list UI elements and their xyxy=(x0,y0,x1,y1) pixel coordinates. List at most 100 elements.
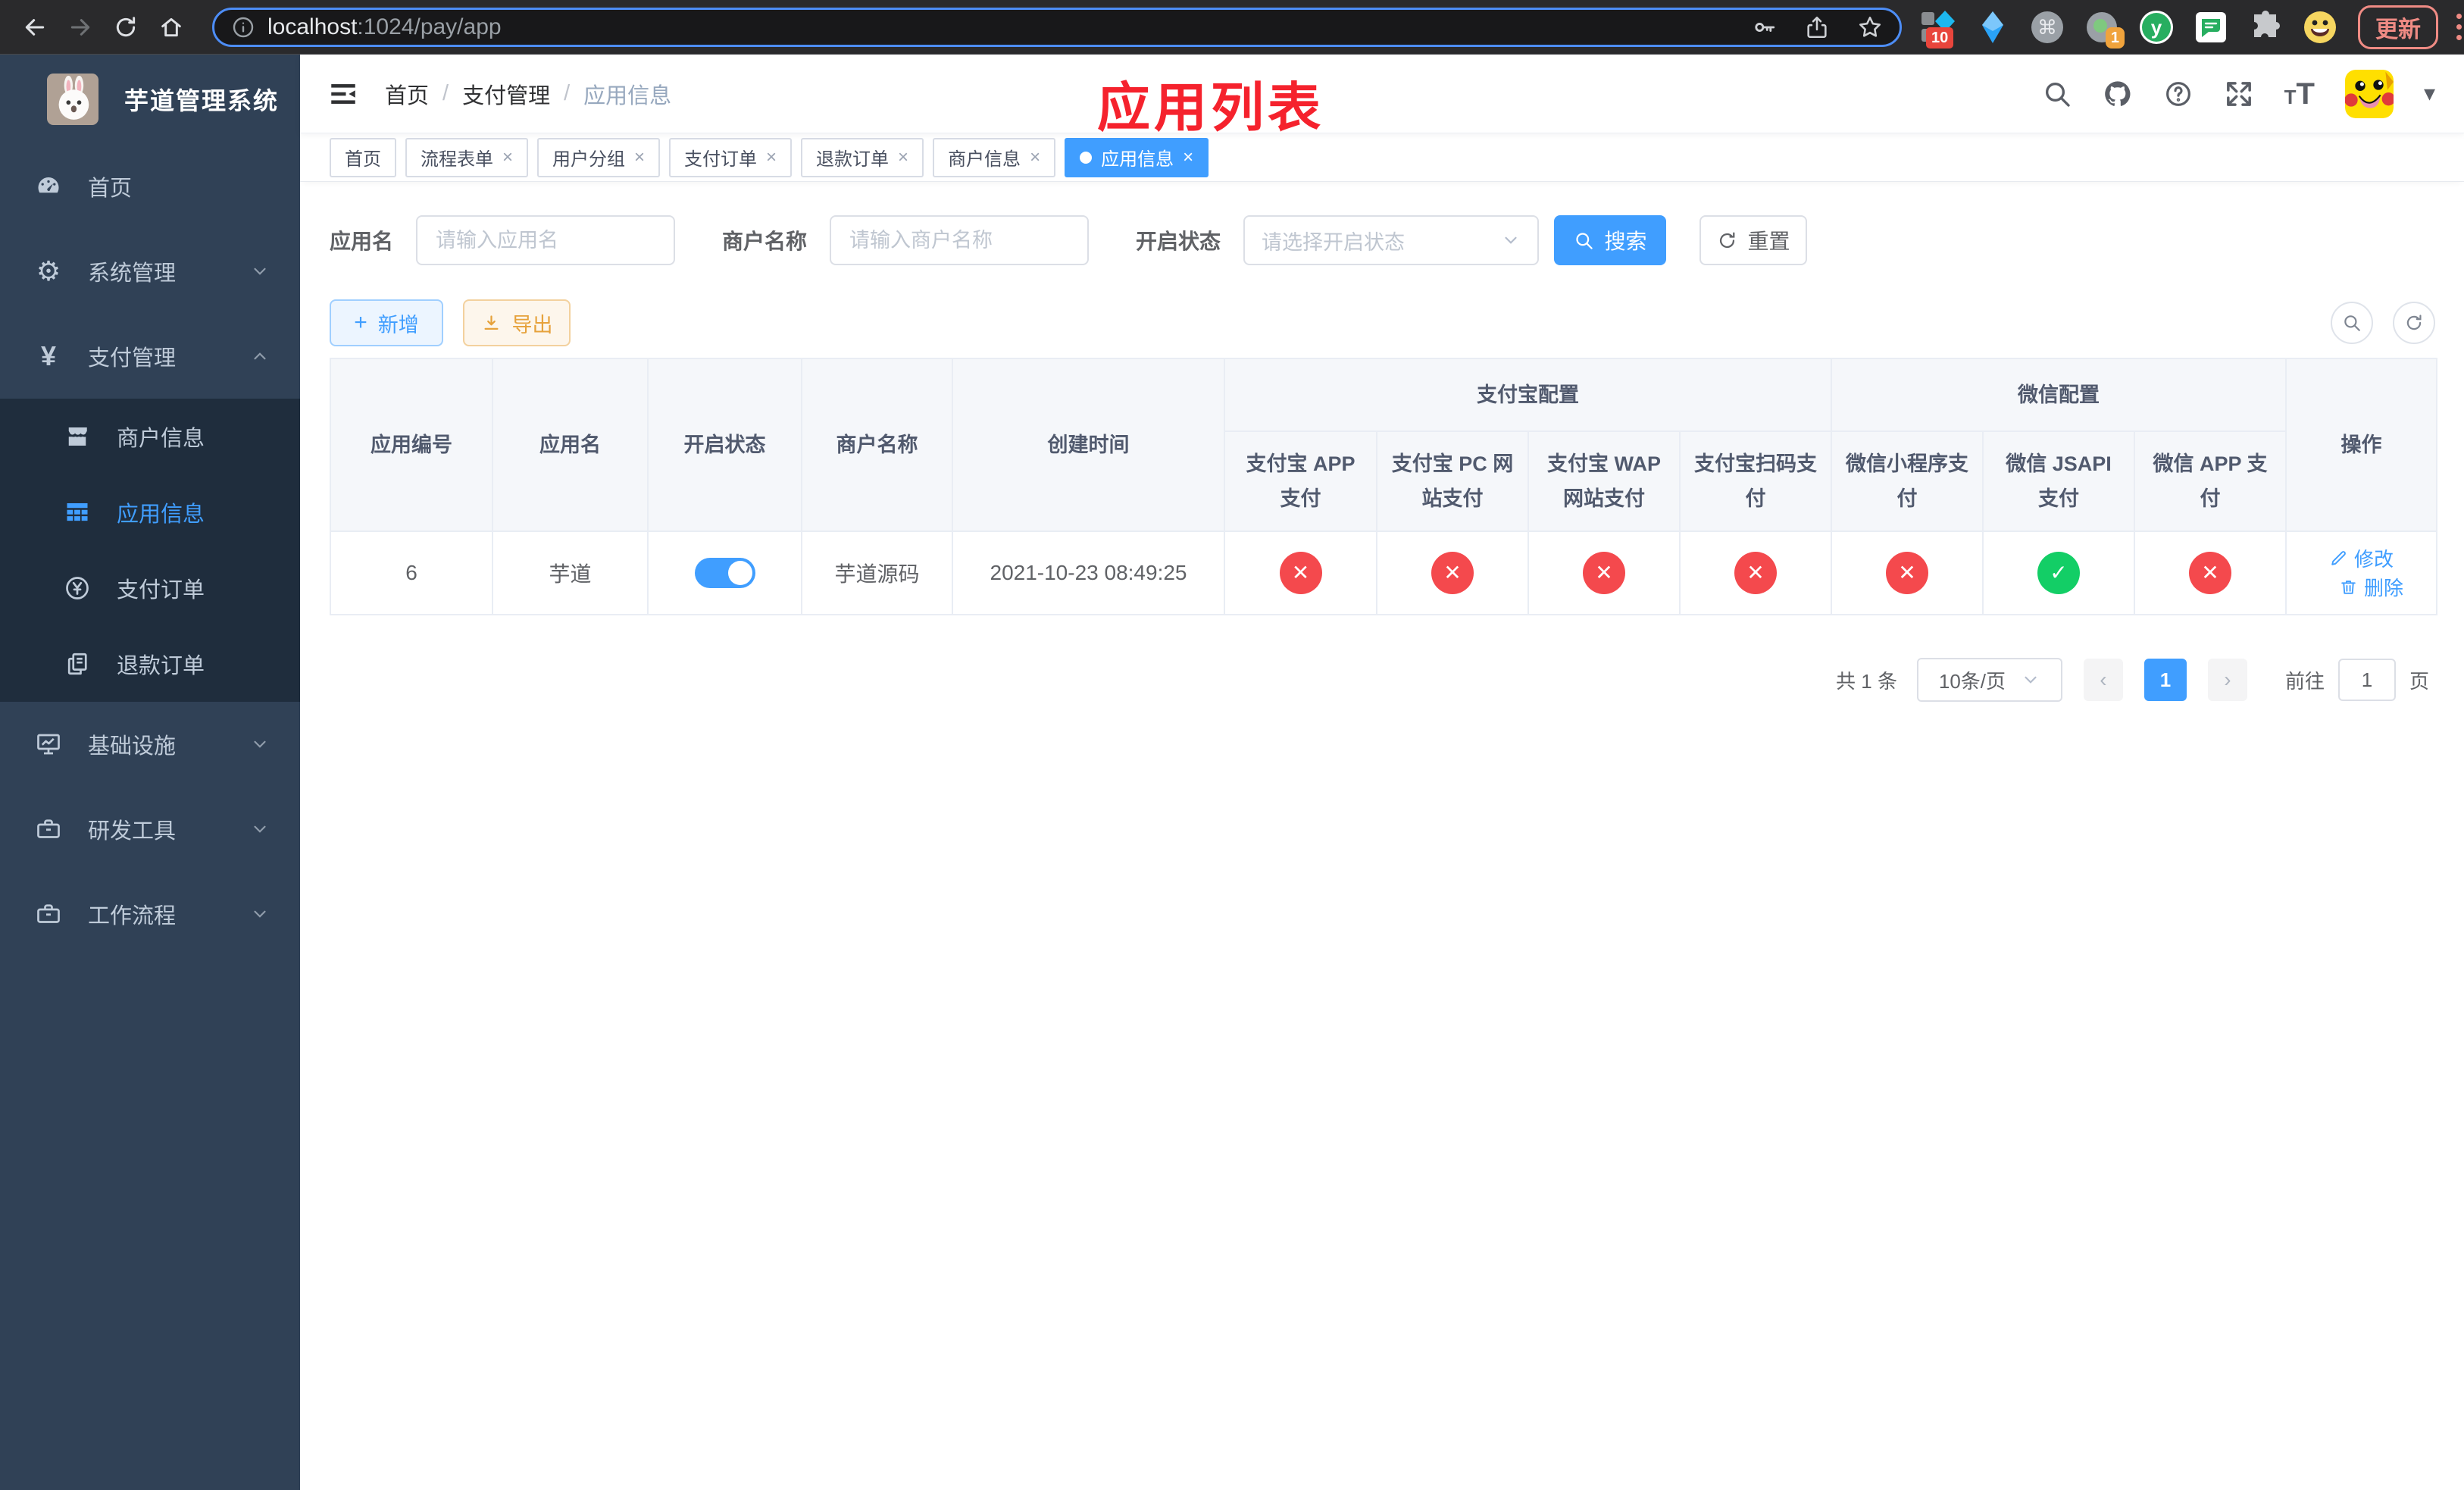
back-icon[interactable] xyxy=(23,11,47,44)
delete-link[interactable]: 删除 xyxy=(2339,573,2403,601)
status-select[interactable]: 请选择开启状态 xyxy=(1243,215,1540,265)
extension-kite-icon[interactable] xyxy=(1975,9,2011,45)
tag-merchant-info[interactable]: 商户信息 × xyxy=(933,137,1056,177)
help-icon[interactable] xyxy=(2163,79,2194,109)
current-page-button[interactable]: 1 xyxy=(2143,659,2187,701)
merchant-name-input[interactable] xyxy=(830,215,1090,265)
col-app-name: 应用名 xyxy=(492,358,649,532)
col-alipay-qr: 支付宝扫码支付 xyxy=(1679,430,1832,532)
reset-button[interactable]: 重置 xyxy=(1699,215,1808,265)
sidebar-item-label: 应用信息 xyxy=(117,502,205,527)
goto-page-input[interactable] xyxy=(2337,659,2396,701)
app-name-input[interactable] xyxy=(416,215,676,265)
add-button[interactable]: + 新增 xyxy=(330,299,443,346)
extension-tampermonkey-icon[interactable]: 10 xyxy=(1920,9,1956,49)
col-created: 创建时间 xyxy=(952,358,1225,532)
tag-pay-orders[interactable]: 支付订单 × xyxy=(669,137,793,177)
tag-home[interactable]: 首页 xyxy=(330,137,396,177)
breadcrumb-home[interactable]: 首页 xyxy=(385,78,429,110)
browser-update-button[interactable]: 更新 xyxy=(2358,5,2438,49)
tag-refund-orders[interactable]: 退款订单 × xyxy=(801,137,924,177)
avatar-caret-icon[interactable]: ▾ xyxy=(2424,80,2435,107)
close-icon[interactable]: × xyxy=(1030,148,1040,167)
search-button-label: 搜索 xyxy=(1604,230,1647,253)
extension-recorder-icon[interactable]: 1 xyxy=(2084,9,2125,49)
close-icon[interactable]: × xyxy=(634,148,645,167)
coin-yen-icon xyxy=(59,574,95,602)
plus-icon: + xyxy=(354,310,367,335)
close-icon[interactable]: × xyxy=(766,148,777,167)
sidebar-item-app-info[interactable]: 应用信息 xyxy=(0,474,300,550)
status-cross-icon: ✕ xyxy=(2189,552,2231,594)
col-actions: 操作 xyxy=(2285,358,2438,532)
edit-link[interactable]: 修改 xyxy=(2329,544,2394,572)
chevron-down-icon xyxy=(250,819,270,839)
page-title-annotation: 应用列表 xyxy=(1097,78,1324,137)
fullscreen-icon[interactable] xyxy=(2224,79,2254,109)
app-logo-row[interactable]: 芋道管理系统 xyxy=(0,55,300,144)
extension-y-icon[interactable]: y xyxy=(2138,9,2175,45)
page-content: 应用名 商户名称 开启状态 请选择开启状态 xyxy=(300,182,2464,1490)
forward-icon[interactable] xyxy=(68,11,92,44)
chevron-down-icon xyxy=(250,904,270,924)
hide-search-button[interactable] xyxy=(2331,302,2373,344)
sidebar-item-refund-orders[interactable]: 退款订单 xyxy=(0,626,300,702)
cell-created: 2021-10-23 08:49:25 xyxy=(952,531,1225,615)
breadcrumb-section[interactable]: 支付管理 xyxy=(462,78,550,110)
bookmark-star-icon[interactable] xyxy=(1857,14,1883,40)
sidebar-item-pay-orders[interactable]: 支付订单 xyxy=(0,550,300,626)
font-size-icon[interactable]: TT xyxy=(2284,79,2315,109)
home-icon[interactable] xyxy=(159,11,183,44)
extension-command-icon[interactable]: ⌘ xyxy=(2029,9,2065,45)
sidebar-item-infrastructure[interactable]: 基础设施 xyxy=(0,702,300,787)
sidebar-item-label: 基础设施 xyxy=(88,734,177,759)
sidebar-item-dev-tools[interactable]: 研发工具 xyxy=(0,787,300,872)
sidebar-item-merchant-info[interactable]: 商户信息 xyxy=(0,399,300,474)
export-button[interactable]: 导出 xyxy=(463,299,571,346)
svg-text:y: y xyxy=(2151,16,2162,39)
extensions-puzzle-icon[interactable] xyxy=(2247,9,2284,45)
sidebar-item-workflow[interactable]: 工作流程 xyxy=(0,872,300,956)
sidebar-item-home[interactable]: 首页 xyxy=(0,144,300,229)
tag-process-form[interactable]: 流程表单 × xyxy=(405,137,529,177)
sidebar-item-payment[interactable]: ¥ 支付管理 xyxy=(0,314,300,399)
next-page-button[interactable]: › xyxy=(2207,659,2247,701)
refresh-button[interactable] xyxy=(2393,302,2435,344)
browser-menu-icon[interactable] xyxy=(2452,9,2464,45)
toolbox-icon xyxy=(30,815,67,843)
search-button[interactable]: 搜索 xyxy=(1554,215,1667,265)
github-icon[interactable] xyxy=(2103,79,2133,109)
sidebar-item-system[interactable]: ⚙ 系统管理 xyxy=(0,229,300,314)
reset-button-label: 重置 xyxy=(1747,230,1790,253)
profile-avatar-icon[interactable] xyxy=(2302,9,2338,45)
enable-toggle[interactable] xyxy=(694,558,755,588)
search-form: 应用名 商户名称 开启状态 请选择开启状态 xyxy=(330,215,2435,265)
group-wechat-config: 微信配置 xyxy=(1830,358,2287,432)
page-size-select[interactable]: 10条/页 xyxy=(1916,658,2062,702)
delete-label: 删除 xyxy=(2364,577,2404,599)
tag-user-group[interactable]: 用户分组 × xyxy=(537,137,661,177)
tag-app-info[interactable]: 应用信息 × xyxy=(1065,137,1209,177)
site-info-icon[interactable] xyxy=(231,15,255,39)
share-icon[interactable] xyxy=(1804,14,1830,40)
sidebar: 芋道管理系统 首页 ⚙ 系统管理 ¥ 支付管理 商户信息 应用信息 支付订单 退… xyxy=(0,55,300,1490)
cell-app-id: 6 xyxy=(330,531,493,615)
url-bar[interactable]: localhost:1024/pay/app xyxy=(212,7,1902,47)
password-key-icon[interactable] xyxy=(1751,14,1777,40)
sidebar-collapse-icon[interactable] xyxy=(327,78,359,110)
close-icon[interactable]: × xyxy=(502,148,513,167)
status-cross-icon: ✕ xyxy=(1886,552,1928,594)
user-avatar[interactable] xyxy=(2344,69,2394,118)
extension-chat-icon[interactable] xyxy=(2193,9,2229,45)
briefcase-icon xyxy=(30,900,67,928)
close-icon[interactable]: × xyxy=(1183,148,1193,167)
reload-icon[interactable] xyxy=(114,11,138,44)
chevron-down-icon xyxy=(1501,230,1521,250)
close-icon[interactable]: × xyxy=(898,148,908,167)
url-text: localhost:1024/pay/app xyxy=(267,14,1724,40)
payment-submenu: 商户信息 应用信息 支付订单 退款订单 xyxy=(0,399,300,702)
pagination: 共 1 条 10条/页 ‹ 1 › 前往 页 xyxy=(330,658,2435,702)
navbar: 首页 / 支付管理 / 应用信息 应用列表 TT ▾ xyxy=(300,55,2464,137)
search-icon[interactable] xyxy=(2042,79,2072,109)
prev-page-button[interactable]: ‹ xyxy=(2083,659,2123,701)
